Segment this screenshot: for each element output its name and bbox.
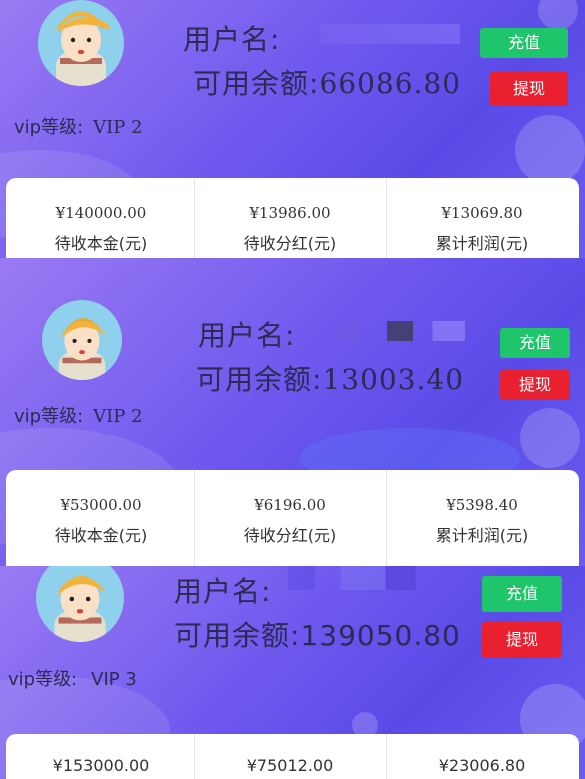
avatar (42, 300, 122, 380)
stats-card: ¥140000.00 待收本金(元) ¥13986.00 待收分红(元) ¥13… (6, 178, 579, 258)
balance-value: 66086.80 (319, 67, 462, 100)
balance-label: 可用余额: (193, 67, 320, 100)
stats-card: ¥53000.00 待收本金(元) ¥6196.00 待收分红(元) ¥5398… (6, 470, 579, 566)
vip-value: VIP 2 (93, 117, 143, 138)
stat-dividend: ¥13986.00 待收分红(元) (194, 178, 385, 258)
username-label: 用户名: (174, 575, 272, 608)
stat-amount: ¥53000.00 (60, 496, 142, 514)
decor-bubble (520, 408, 580, 468)
account-panel-1: 用户名: 可用余额:66086.80 vip等级: VIP 2 充值 提现 ¥14… (0, 0, 585, 258)
vip-value: VIP 2 (93, 406, 143, 427)
stat-amount: ¥140000.00 (55, 204, 147, 222)
balance-value: 13003.40 (322, 363, 465, 396)
stat-amount: ¥23006.80 (438, 756, 526, 775)
recharge-button[interactable]: 充值 (500, 328, 570, 358)
withdraw-button[interactable]: 提现 (482, 622, 562, 658)
balance-line: 可用余额:139050.80 (174, 614, 461, 654)
balance-value: 139050.80 (300, 619, 461, 652)
balance-label: 可用余额: (196, 363, 323, 396)
stat-principal: ¥53000.00 待收本金(元) (6, 470, 196, 566)
stat-profit: ¥13069.80 累计利润(元) (386, 178, 577, 258)
recharge-button[interactable]: 充值 (482, 576, 562, 612)
username-masked (335, 321, 465, 341)
vip-level: vip等级: VIP 3 (8, 665, 137, 691)
vip-label: vip等级: (14, 117, 84, 138)
cartoon-boy-avatar-icon (56, 11, 110, 86)
decor-bubble (515, 115, 585, 185)
stat-caption: 待收本金(元) (54, 526, 148, 545)
balance-line: 可用余额:13003.40 (196, 358, 464, 398)
stat-dividend: ¥75012.00 (194, 734, 385, 779)
stat-amount: ¥153000.00 (52, 756, 150, 775)
balance-line: 可用余额:66086.80 (193, 62, 461, 102)
stat-caption: 累计利润(元) (435, 526, 529, 545)
vip-level: vip等级: VIP 2 (14, 402, 143, 428)
withdraw-button[interactable]: 提现 (490, 72, 568, 106)
stat-amount: ¥13069.80 (441, 204, 523, 222)
stat-amount: ¥6196.00 (254, 496, 326, 514)
stat-caption: 待收本金(元) (54, 234, 148, 253)
stat-principal: ¥153000.00 (6, 734, 196, 779)
stat-caption: 累计利润(元) (435, 234, 529, 253)
withdraw-button[interactable]: 提现 (500, 370, 570, 400)
stat-profit: ¥23006.80 (386, 734, 577, 779)
account-panel-3: 用户名: 可用余额:139050.80 vip等级: VIP 3 充值 提现 ¥1… (0, 566, 585, 779)
account-panel-2: 用户名: 可用余额:13003.40 vip等级: VIP 2 充值 提现 ¥53… (0, 258, 585, 566)
balance-label: 可用余额: (174, 619, 301, 652)
vip-value: VIP 3 (91, 669, 137, 690)
stat-profit: ¥5398.40 累计利润(元) (386, 470, 577, 566)
username-label: 用户名: (183, 23, 281, 56)
vip-label: vip等级: (8, 669, 78, 690)
stat-caption: 待收分红(元) (243, 526, 337, 545)
cartoon-boy-avatar-icon (58, 318, 106, 380)
stat-amount: ¥5398.40 (446, 496, 518, 514)
vip-label: vip等级: (14, 406, 84, 427)
stats-card: ¥153000.00 ¥75012.00 ¥23006.80 (6, 734, 579, 779)
stat-principal: ¥140000.00 待收本金(元) (6, 178, 196, 258)
stat-dividend: ¥6196.00 待收分红(元) (194, 470, 385, 566)
username-label: 用户名: (198, 319, 296, 352)
stat-caption: 待收分红(元) (243, 234, 337, 253)
recharge-button[interactable]: 充值 (480, 28, 568, 58)
username-masked (288, 566, 438, 590)
stat-amount: ¥13986.00 (249, 204, 331, 222)
avatar (38, 0, 124, 86)
vip-level: vip等级: VIP 2 (14, 113, 143, 139)
username-masked (320, 24, 460, 44)
stat-amount: ¥75012.00 (246, 756, 334, 775)
